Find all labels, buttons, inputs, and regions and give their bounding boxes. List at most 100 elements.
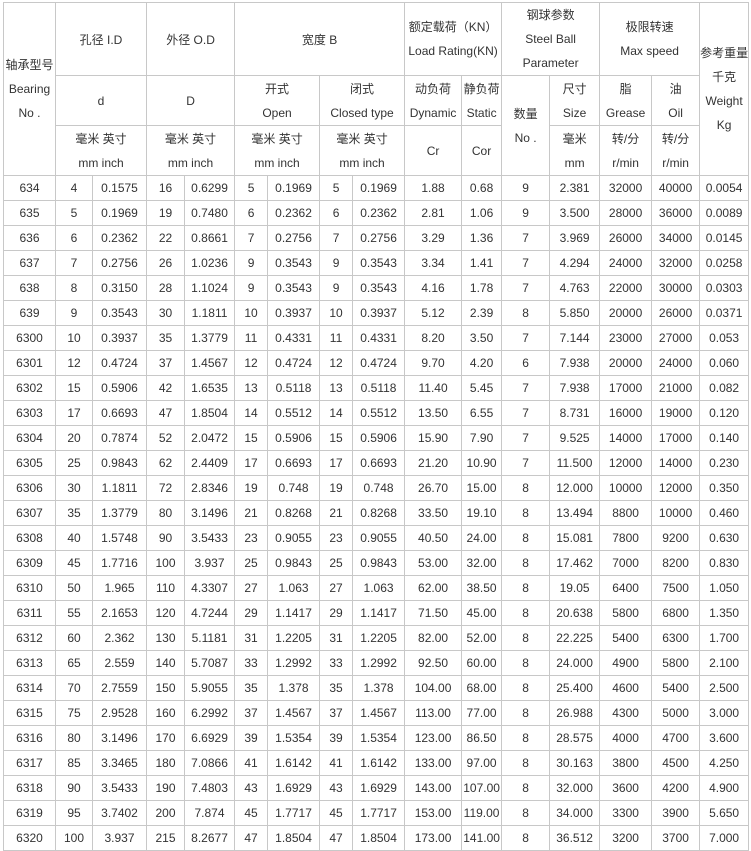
header-closed: 闭式 Closed type [319, 75, 406, 126]
cell-dynamic-cr: 104.00 [404, 675, 463, 701]
cell-ball-size: 3.969 [549, 225, 601, 251]
cell-outer-mm: 100 [146, 550, 186, 576]
cell-open-inch: 0.5118 [267, 375, 321, 401]
cell-dynamic-cr: 92.50 [404, 650, 463, 676]
cell-closed-mm: 13 [319, 375, 354, 401]
cell-closed-inch: 1.063 [352, 575, 406, 601]
cell-bearing-no: 6313 [3, 650, 56, 676]
cell-bore-mm: 50 [55, 575, 93, 601]
cell-bore-inch: 0.3543 [91, 300, 148, 326]
cell-bore-mm: 25 [55, 450, 93, 476]
table-row: 6308 40 1.5748 90 3.5433 23 0.9055 23 0.9055 40.5… [3, 525, 750, 551]
unit-open: 毫米 英寸 mm inch [234, 125, 321, 176]
cell-ball-qty: 8 [501, 300, 551, 326]
cell-outer-inch: 0.7480 [184, 200, 236, 226]
cell-ball-size: 13.494 [549, 500, 601, 526]
header-bearing-no: 轴承型号 Bearing No . [3, 2, 56, 176]
cell-dynamic-cr: 15.90 [404, 425, 463, 451]
cell-closed-inch: 1.2205 [352, 625, 406, 651]
cell-open-mm: 47 [234, 825, 269, 851]
cell-closed-inch: 1.5354 [352, 725, 406, 751]
cell-speed-grease: 3600 [599, 775, 653, 801]
cell-outer-mm: 47 [146, 400, 186, 426]
cell-dynamic-cr: 113.00 [404, 700, 463, 726]
cell-outer-inch: 2.8346 [184, 475, 236, 501]
cell-bore-mm: 95 [55, 800, 93, 826]
cell-closed-inch: 0.748 [352, 475, 406, 501]
cell-speed-oil: 6300 [651, 625, 701, 651]
cell-closed-inch: 0.9843 [352, 550, 406, 576]
cell-open-mm: 6 [234, 200, 269, 226]
cell-weight: 0.140 [699, 425, 750, 451]
table-row: 6306 30 1.1811 72 2.8346 19 0.748 19 0.748 26.70 1… [3, 475, 750, 501]
cell-ball-qty: 6 [501, 350, 551, 376]
cell-bore-inch: 0.7874 [91, 425, 148, 451]
cell-closed-inch: 0.6693 [352, 450, 406, 476]
cell-open-inch: 1.6929 [267, 775, 321, 801]
cell-open-inch: 0.6693 [267, 450, 321, 476]
cell-open-mm: 45 [234, 800, 269, 826]
cell-speed-oil: 5000 [651, 700, 701, 726]
cell-bore-inch: 0.9843 [91, 450, 148, 476]
cell-open-inch: 0.748 [267, 475, 321, 501]
cell-outer-mm: 170 [146, 725, 186, 751]
table-row: 6304 20 0.7874 52 2.0472 15 0.5906 15 0.5906 15.9… [3, 425, 750, 451]
cell-closed-mm: 35 [319, 675, 354, 701]
header-oil: 油 Oil [651, 75, 701, 126]
cell-weight: 3.600 [699, 725, 750, 751]
cell-ball-size: 4.294 [549, 250, 601, 276]
cell-weight: 0.230 [699, 450, 750, 476]
cell-speed-grease: 23000 [599, 325, 653, 351]
header-d: d [54, 75, 148, 126]
cell-open-mm: 35 [234, 675, 269, 701]
cell-outer-mm: 62 [146, 450, 186, 476]
cell-speed-grease: 22000 [599, 275, 653, 301]
cell-speed-grease: 4000 [599, 725, 653, 751]
cell-closed-inch: 0.9055 [352, 525, 406, 551]
cell-open-mm: 39 [234, 725, 269, 751]
cell-ball-size: 19.05 [549, 575, 601, 601]
cell-outer-mm: 35 [146, 325, 186, 351]
cell-speed-grease: 17000 [599, 375, 653, 401]
cell-bearing-no: 638 [3, 275, 56, 301]
cell-closed-mm: 7 [319, 225, 354, 251]
unit-closed: 毫米 英寸 mm inch [319, 125, 406, 176]
cell-speed-grease: 28000 [599, 200, 653, 226]
cell-outer-mm: 110 [146, 575, 186, 601]
cell-static-cor: 1.41 [461, 250, 503, 276]
cell-weight: 0.0145 [699, 225, 750, 251]
cell-closed-inch: 1.2992 [352, 650, 406, 676]
header-load-rating: 额定载荷（KN） Load Rating(KN) [404, 2, 503, 76]
cell-bore-mm: 40 [55, 525, 93, 551]
cell-closed-mm: 43 [319, 775, 354, 801]
header-steel-ball: 钢球参数 Steel Ball Parameter [501, 2, 601, 76]
cell-speed-oil: 19000 [651, 400, 701, 426]
cell-bore-inch: 2.362 [91, 625, 148, 651]
cell-outer-inch: 8.2677 [184, 825, 236, 851]
cell-open-mm: 13 [234, 375, 269, 401]
cell-open-mm: 27 [234, 575, 269, 601]
cell-open-mm: 12 [234, 350, 269, 376]
cell-speed-grease: 3200 [599, 825, 653, 851]
table-row: 6316 80 3.1496 170 6.6929 39 1.5354 39 1.5354 123… [3, 725, 750, 751]
cell-speed-oil: 12000 [651, 475, 701, 501]
cell-bearing-no: 6312 [3, 625, 56, 651]
cell-bore-inch: 1.1811 [91, 475, 148, 501]
cell-outer-inch: 4.7244 [184, 600, 236, 626]
cell-ball-qty: 8 [501, 650, 551, 676]
cell-weight: 0.053 [699, 325, 750, 351]
cell-bore-inch: 2.1653 [91, 600, 148, 626]
cell-outer-inch: 1.6535 [184, 375, 236, 401]
cell-open-mm: 25 [234, 550, 269, 576]
cell-dynamic-cr: 33.50 [404, 500, 463, 526]
cell-bearing-no: 634 [3, 175, 56, 201]
cell-bore-mm: 90 [55, 775, 93, 801]
cell-outer-mm: 28 [146, 275, 186, 301]
cell-dynamic-cr: 71.50 [404, 600, 463, 626]
cell-outer-inch: 4.3307 [184, 575, 236, 601]
table-row: 6307 35 1.3779 80 3.1496 21 0.8268 21 0.8268 33.5… [3, 500, 750, 526]
cell-static-cor: 119.00 [461, 800, 503, 826]
cell-dynamic-cr: 3.29 [404, 225, 463, 251]
cell-static-cor: 107.00 [461, 775, 503, 801]
cell-closed-inch: 0.4724 [352, 350, 406, 376]
